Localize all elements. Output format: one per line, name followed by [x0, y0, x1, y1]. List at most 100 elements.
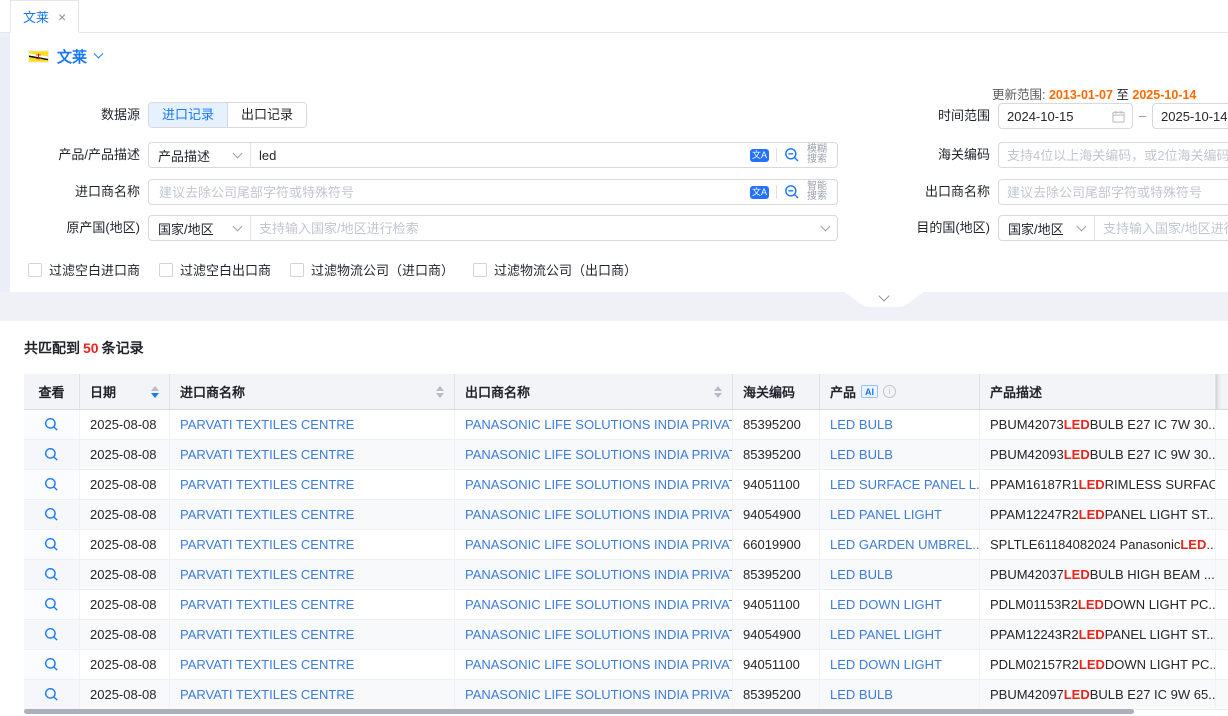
update-range-start: 2013-01-07 [1049, 88, 1113, 102]
checkbox-box[interactable] [473, 263, 487, 277]
exporter-name-input[interactable] [999, 180, 1228, 204]
row-date: 2025-08-08 [80, 620, 170, 649]
checkbox-label: 过滤空白进口商 [49, 260, 140, 279]
product-link[interactable]: LED GARDEN UMBREL... [830, 537, 980, 552]
product-link[interactable]: LED BULB [830, 687, 893, 702]
filter-checkbox[interactable]: 过滤空白进口商 [28, 260, 140, 279]
date-end-input[interactable] [1153, 104, 1228, 128]
row-date: 2025-08-08 [80, 410, 170, 439]
row-description: PBUM42097 LED BULB E27 IC 9W 65... [980, 680, 1216, 709]
filter-checkbox[interactable]: 过滤物流公司（出口商） [473, 260, 637, 279]
col-header-importer[interactable]: 进口商名称 [170, 374, 455, 409]
filter-checkbox[interactable]: 过滤物流公司（进口商） [290, 260, 454, 279]
checkbox-box[interactable] [159, 263, 173, 277]
exporter-link[interactable]: PANASONIC LIFE SOLUTIONS INDIA PRIVAT... [465, 537, 733, 552]
exporter-link[interactable]: PANASONIC LIFE SOLUTIONS INDIA PRIVAT... [465, 507, 733, 522]
importer-link[interactable]: PARVATI TEXTILES CENTRE [180, 417, 354, 432]
exporter-link[interactable]: PANASONIC LIFE SOLUTIONS INDIA PRIVAT... [465, 657, 733, 672]
close-icon[interactable]: × [58, 10, 66, 24]
importer-link[interactable]: PARVATI TEXTILES CENTRE [180, 447, 354, 462]
horizontal-scrollbar-thumb[interactable] [24, 709, 1134, 714]
col-header-view: 查看 [24, 374, 80, 409]
exporter-link[interactable]: PANASONIC LIFE SOLUTIONS INDIA PRIVAT... [465, 597, 733, 612]
sort-icon-exporter[interactable] [708, 386, 722, 398]
hs-code-field[interactable] [998, 142, 1228, 168]
view-record-button[interactable] [24, 500, 80, 529]
info-icon[interactable]: i [883, 385, 896, 398]
row-date: 2025-08-08 [80, 500, 170, 529]
importer-link[interactable]: PARVATI TEXTILES CENTRE [180, 567, 354, 582]
row-hs-code: 94054900 [733, 620, 820, 649]
magnifier-icon [44, 477, 59, 492]
view-record-button[interactable] [24, 680, 80, 709]
sort-icon-importer[interactable] [430, 386, 444, 398]
results-summary: 共匹配到50条记录 [24, 338, 144, 358]
row-hs-code: 66019900 [733, 530, 820, 559]
importer-link[interactable]: PARVATI TEXTILES CENTRE [180, 507, 354, 522]
row-next-sliver [1216, 680, 1228, 709]
exporter-link[interactable]: PANASONIC LIFE SOLUTIONS INDIA PRIVAT... [465, 477, 733, 492]
exporter-link[interactable]: PANASONIC LIFE SOLUTIONS INDIA PRIVAT... [465, 627, 733, 642]
filter-checkbox[interactable]: 过滤空白出口商 [159, 260, 271, 279]
tab-brunei[interactable]: 文莱 × [10, 0, 79, 33]
row-description: PPAM12247R2 LED PANEL LIGHT ST... [980, 500, 1216, 529]
table-row: 2025-08-08 PARVATI TEXTILES CENTRE PANAS… [24, 680, 1228, 710]
row-date: 2025-08-08 [80, 530, 170, 559]
calendar-icon [1112, 110, 1125, 123]
match-count: 50 [80, 340, 102, 356]
hs-code-input[interactable] [999, 143, 1228, 167]
product-link[interactable]: LED BULB [830, 447, 893, 462]
product-link[interactable]: LED PANEL LIGHT [830, 627, 942, 642]
row-description: PPAM12243R2 LED PANEL LIGHT ST... [980, 620, 1216, 649]
view-record-button[interactable] [24, 560, 80, 589]
product-link[interactable]: LED DOWN LIGHT [830, 597, 942, 612]
view-record-button[interactable] [24, 530, 80, 559]
table-header-row: 查看 日期 进口商名称 出口商名称 海关编码 产品 AI i [24, 374, 1228, 410]
view-record-button[interactable] [24, 590, 80, 619]
chevron-down-icon[interactable] [94, 49, 104, 59]
sort-icon-date[interactable] [145, 386, 159, 398]
date-start-input[interactable] [999, 104, 1112, 128]
table-row: 2025-08-08 PARVATI TEXTILES CENTRE PANAS… [24, 650, 1228, 680]
checkbox-box[interactable] [290, 263, 304, 277]
col-header-exporter[interactable]: 出口商名称 [455, 374, 733, 409]
importer-link[interactable]: PARVATI TEXTILES CENTRE [180, 627, 354, 642]
product-link[interactable]: LED DOWN LIGHT [830, 657, 942, 672]
product-link[interactable]: LED BULB [830, 417, 893, 432]
exporter-link[interactable]: PANASONIC LIFE SOLUTIONS INDIA PRIVAT... [465, 687, 733, 702]
date-end-picker[interactable] [1152, 103, 1228, 129]
product-link[interactable]: LED BULB [830, 567, 893, 582]
chevron-down-icon [878, 290, 889, 301]
col-header-date[interactable]: 日期 [80, 374, 170, 409]
importer-link[interactable]: PARVATI TEXTILES CENTRE [180, 597, 354, 612]
collapse-filter-handle[interactable] [844, 292, 924, 307]
view-record-button[interactable] [24, 620, 80, 649]
date-start-picker[interactable] [998, 103, 1133, 129]
country-header[interactable]: 文莱 [28, 46, 102, 67]
exporter-link[interactable]: PANASONIC LIFE SOLUTIONS INDIA PRIVAT... [465, 417, 733, 432]
date-range-separator: – [1139, 103, 1146, 129]
magnifier-icon [44, 507, 59, 522]
product-link[interactable]: LED SURFACE PANEL L... [830, 477, 980, 492]
view-record-button[interactable] [24, 650, 80, 679]
exporter-label: 出口商名称 [860, 179, 990, 205]
destination-select[interactable]: 国家/地区 [999, 216, 1095, 240]
importer-link[interactable]: PARVATI TEXTILES CENTRE [180, 477, 354, 492]
row-hs-code: 85395200 [733, 440, 820, 469]
importer-link[interactable]: PARVATI TEXTILES CENTRE [180, 537, 354, 552]
exporter-link[interactable]: PANASONIC LIFE SOLUTIONS INDIA PRIVAT... [465, 447, 733, 462]
exporter-link[interactable]: PANASONIC LIFE SOLUTIONS INDIA PRIVAT... [465, 567, 733, 582]
product-link[interactable]: LED PANEL LIGHT [830, 507, 942, 522]
view-record-button[interactable] [24, 410, 80, 439]
view-record-button[interactable] [24, 440, 80, 469]
exporter-field[interactable] [998, 179, 1228, 205]
view-record-button[interactable] [24, 470, 80, 499]
time-range-row: 时间范围 – [0, 103, 1228, 129]
checkbox-box[interactable] [28, 263, 42, 277]
destination-input[interactable] [1095, 216, 1228, 240]
table-row: 2025-08-08 PARVATI TEXTILES CENTRE PANAS… [24, 590, 1228, 620]
table-row: 2025-08-08 PARVATI TEXTILES CENTRE PANAS… [24, 500, 1228, 530]
importer-link[interactable]: PARVATI TEXTILES CENTRE [180, 687, 354, 702]
table-body: 2025-08-08 PARVATI TEXTILES CENTRE PANAS… [24, 410, 1228, 710]
importer-link[interactable]: PARVATI TEXTILES CENTRE [180, 657, 354, 672]
